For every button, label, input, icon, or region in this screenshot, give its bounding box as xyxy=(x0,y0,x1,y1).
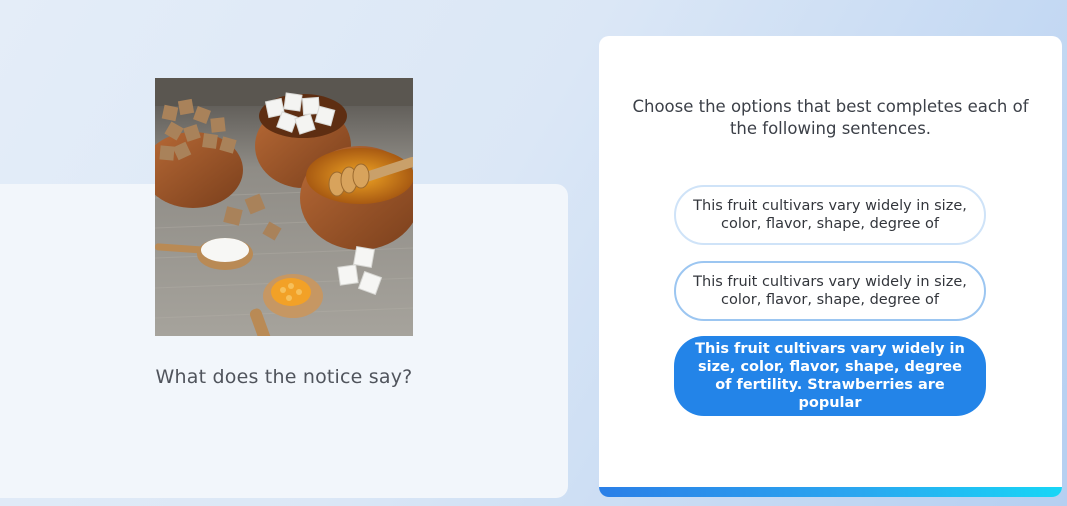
answer-option-label: This fruit cultivars vary widely in size… xyxy=(695,341,965,411)
answer-option-3-selected[interactable]: This fruit cultivars vary widely in size… xyxy=(674,336,986,416)
instructions-text: Choose the options that best completes e… xyxy=(632,97,1029,138)
answer-card: Choose the options that best completes e… xyxy=(599,36,1062,497)
answer-option-label: This fruit cultivars vary widely in size… xyxy=(693,274,967,308)
progress-bar xyxy=(599,487,1062,497)
question-image xyxy=(155,78,413,336)
answer-option-2[interactable]: This fruit cultivars vary widely in size… xyxy=(674,261,986,321)
answer-option-1[interactable]: This fruit cultivars vary widely in size… xyxy=(674,185,986,245)
question-text: What does the notice say? xyxy=(155,366,413,388)
answer-option-label: This fruit cultivars vary widely in size… xyxy=(693,198,967,232)
